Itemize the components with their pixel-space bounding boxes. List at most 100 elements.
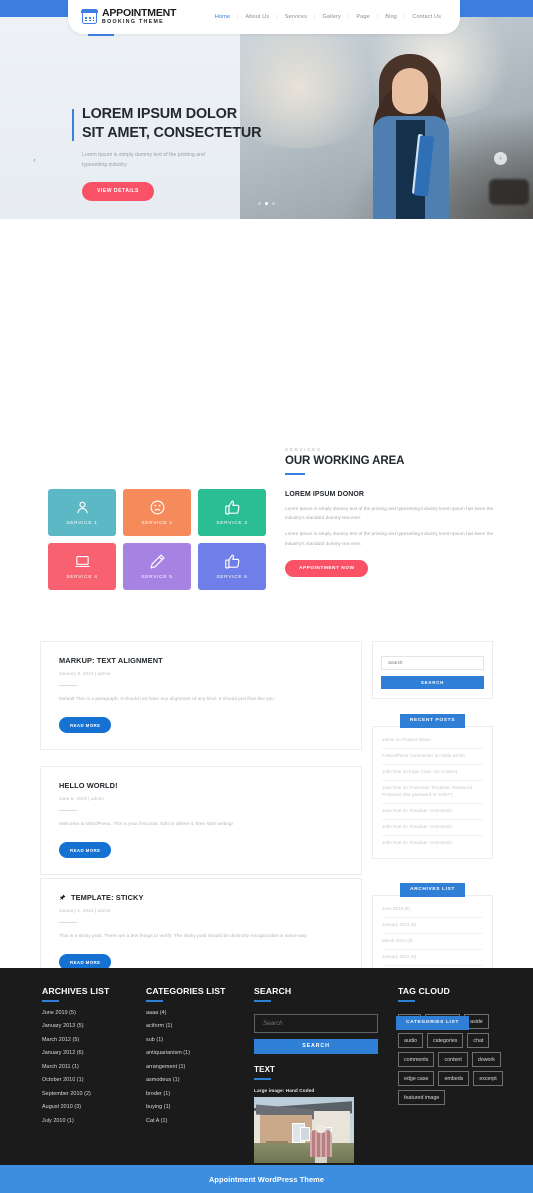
list-item[interactable]: August 2010 (3)	[42, 1104, 146, 1110]
list-item[interactable]: aciform (1)	[146, 1023, 254, 1029]
page-root: +1 800 833 9780 appointment5849@gmail.co…	[0, 0, 533, 1193]
service-box-2[interactable]: SERVICE 2	[123, 489, 191, 536]
services-title-rule	[285, 473, 305, 475]
list-item[interactable]: buying (1)	[146, 1104, 254, 1110]
list-item[interactable]: October 2010 (1)	[42, 1077, 146, 1083]
bottom-bar: Appointment WordPress Theme	[0, 1165, 533, 1193]
list-item[interactable]: September 2010 (2)	[42, 1091, 146, 1097]
service-box-5[interactable]: SERVICE 5	[123, 543, 191, 590]
nav-item-gallery[interactable]: Gallery	[315, 14, 347, 20]
post-excerpt: Welcome to WordPress. This is your first…	[59, 822, 233, 828]
service-box-4[interactable]: SERVICE 4	[48, 543, 116, 590]
list-item[interactable]: John Doe on Template: Comments	[382, 820, 483, 836]
hero-content: LOREM IPSUM DOLOR SIT AMET, CONSECTETUR …	[72, 105, 292, 201]
post-divider	[59, 685, 77, 687]
nav-item-blog[interactable]: Blog	[378, 14, 404, 20]
brand-tagline: BOOKING THEME	[102, 19, 164, 26]
list-item[interactable]: Jane Doe on Protected: Template: Passwor…	[382, 781, 483, 804]
tag-item[interactable]: dowork	[471, 1052, 501, 1067]
thumbs-up-icon	[224, 500, 239, 515]
list-item[interactable]: John Doe on Edge Case: No Content	[382, 765, 483, 781]
hero-title-line2: SIT AMET, CONSECTETUR	[82, 124, 262, 141]
list-item[interactable]: admin on Product Name	[382, 733, 483, 749]
sidebar-search-input[interactable]	[381, 655, 484, 670]
list-item[interactable]: Jane Doe on Template: Comments	[382, 804, 483, 820]
hero-title-line1: LOREM IPSUM DOLOR	[82, 106, 237, 122]
list-item[interactable]: January 2012 (6)	[42, 1050, 146, 1056]
list-item[interactable]: March 2011 (1)	[42, 1064, 146, 1070]
categories-list-title: CATEGORIES LIST	[396, 1015, 469, 1030]
footer-search-button[interactable]: SEARCH	[254, 1039, 378, 1054]
list-item[interactable]: January 2013 (5)	[382, 918, 483, 934]
list-item[interactable]: aaaa (4)	[146, 1010, 254, 1016]
service-label-2: SERVICE 2	[141, 521, 173, 526]
post-title-text: TEMPLATE: STICKY	[71, 893, 144, 902]
hero-prev-arrow[interactable]: ‹	[28, 154, 41, 167]
list-item[interactable]: March 2012 (5)	[382, 934, 483, 950]
hero-dot-3[interactable]	[272, 201, 276, 205]
hero-dot-2[interactable]	[264, 201, 269, 205]
service-label-4: SERVICE 4	[66, 575, 98, 580]
services-subtitle: LOREM IPSUM DONOR	[285, 490, 365, 498]
service-label-1: SERVICE 1	[66, 521, 98, 526]
hero-accent-bar	[72, 109, 75, 141]
tag-item[interactable]: featured image	[398, 1090, 446, 1105]
list-item[interactable]: January 2013 (5)	[42, 1023, 146, 1029]
service-box-3[interactable]: SERVICE 3	[198, 489, 266, 536]
footer-thumbnail[interactable]	[254, 1096, 354, 1163]
tag-item[interactable]: edge case	[398, 1071, 435, 1086]
tag-item[interactable]: categories	[426, 1033, 464, 1048]
brand-logo[interactable]: APPOINTMENT BOOKING THEME	[81, 7, 177, 26]
service-box-1[interactable]: SERVICE 1	[48, 489, 116, 536]
tag-item[interactable]: excerpt	[473, 1071, 503, 1086]
tag-item[interactable]: comments	[398, 1052, 435, 1067]
main-nav: Home | About Us | Services | Gallery | P…	[208, 14, 448, 20]
tag-item[interactable]: content	[438, 1052, 468, 1067]
list-item[interactable]: sub (1)	[146, 1037, 254, 1043]
read-more-button[interactable]: READ MORE	[59, 717, 112, 734]
post-divider	[59, 922, 77, 924]
nav-item-contact-us[interactable]: Contact Us	[405, 14, 448, 20]
list-item[interactable]: March 2012 (5)	[42, 1037, 146, 1043]
services-paragraph-2: Lorem Ipsum is simply dummy text of the …	[285, 531, 494, 547]
hero-paragraph: Lorem Ipsum is simply dummy text of the …	[82, 152, 205, 169]
footer-title-rule	[254, 1000, 271, 1002]
brand-name: APPOINTMENT	[102, 7, 177, 20]
list-item[interactable]: A WordPress Commenter on Hello world!	[382, 749, 483, 765]
nav-item-about-us[interactable]: About Us	[239, 14, 277, 20]
hero-person-image	[365, 54, 457, 219]
view-details-button[interactable]: VIEW DETAILS	[82, 181, 154, 201]
post-meta: January 1, 2013 | admin	[59, 908, 111, 913]
service-box-6[interactable]: SERVICE 6	[198, 543, 266, 590]
sidebar-search-button[interactable]: SEARCH	[381, 675, 484, 689]
list-item[interactable]: John Doe on Template: Comments	[382, 836, 483, 851]
footer-search-input[interactable]	[254, 1014, 378, 1033]
post-title-text: MARKUP: TEXT ALIGNMENT	[59, 656, 163, 665]
list-item[interactable]: June 2019 (5)	[382, 902, 483, 918]
list-item[interactable]: broder (1)	[146, 1091, 254, 1097]
list-item[interactable]: antiquarianism (1)	[146, 1050, 254, 1056]
post-title[interactable]: MARKUP: TEXT ALIGNMENT	[59, 656, 343, 665]
main-navbar: APPOINTMENT BOOKING THEME Home | About U…	[68, 0, 460, 34]
list-item[interactable]: July 2010 (1)	[42, 1118, 146, 1124]
list-item[interactable]: asmodeus (1)	[146, 1077, 254, 1083]
tag-item[interactable]: chat	[467, 1033, 490, 1048]
tag-item[interactable]: embeds	[438, 1071, 470, 1086]
list-item[interactable]: January 2012 (6)	[382, 950, 483, 966]
hero-next-arrow[interactable]: ›	[494, 152, 507, 165]
hero-dot-1[interactable]	[257, 201, 261, 205]
nav-item-services[interactable]: Services	[278, 14, 314, 20]
services-kicker: SERVICES	[285, 447, 322, 452]
archives-list-title: ARCHIVES LIST	[399, 882, 466, 897]
post-title[interactable]: HELLO WORLD!	[59, 781, 343, 790]
list-item[interactable]: June 2019 (5)	[42, 1010, 146, 1016]
list-item[interactable]: Cat A (1)	[146, 1118, 254, 1124]
list-item[interactable]: arrangement (1)	[146, 1064, 254, 1070]
post-title[interactable]: TEMPLATE: STICKY	[59, 893, 343, 902]
post-excerpt: This is a sticky post. There are a few t…	[59, 934, 307, 940]
nav-item-home[interactable]: Home	[208, 14, 237, 20]
read-more-button[interactable]: READ MORE	[59, 842, 112, 859]
tag-item[interactable]: audio	[398, 1033, 423, 1048]
nav-item-page[interactable]: Page	[349, 14, 376, 20]
appointment-now-button[interactable]: APPOINTMENT NOW	[285, 560, 369, 578]
